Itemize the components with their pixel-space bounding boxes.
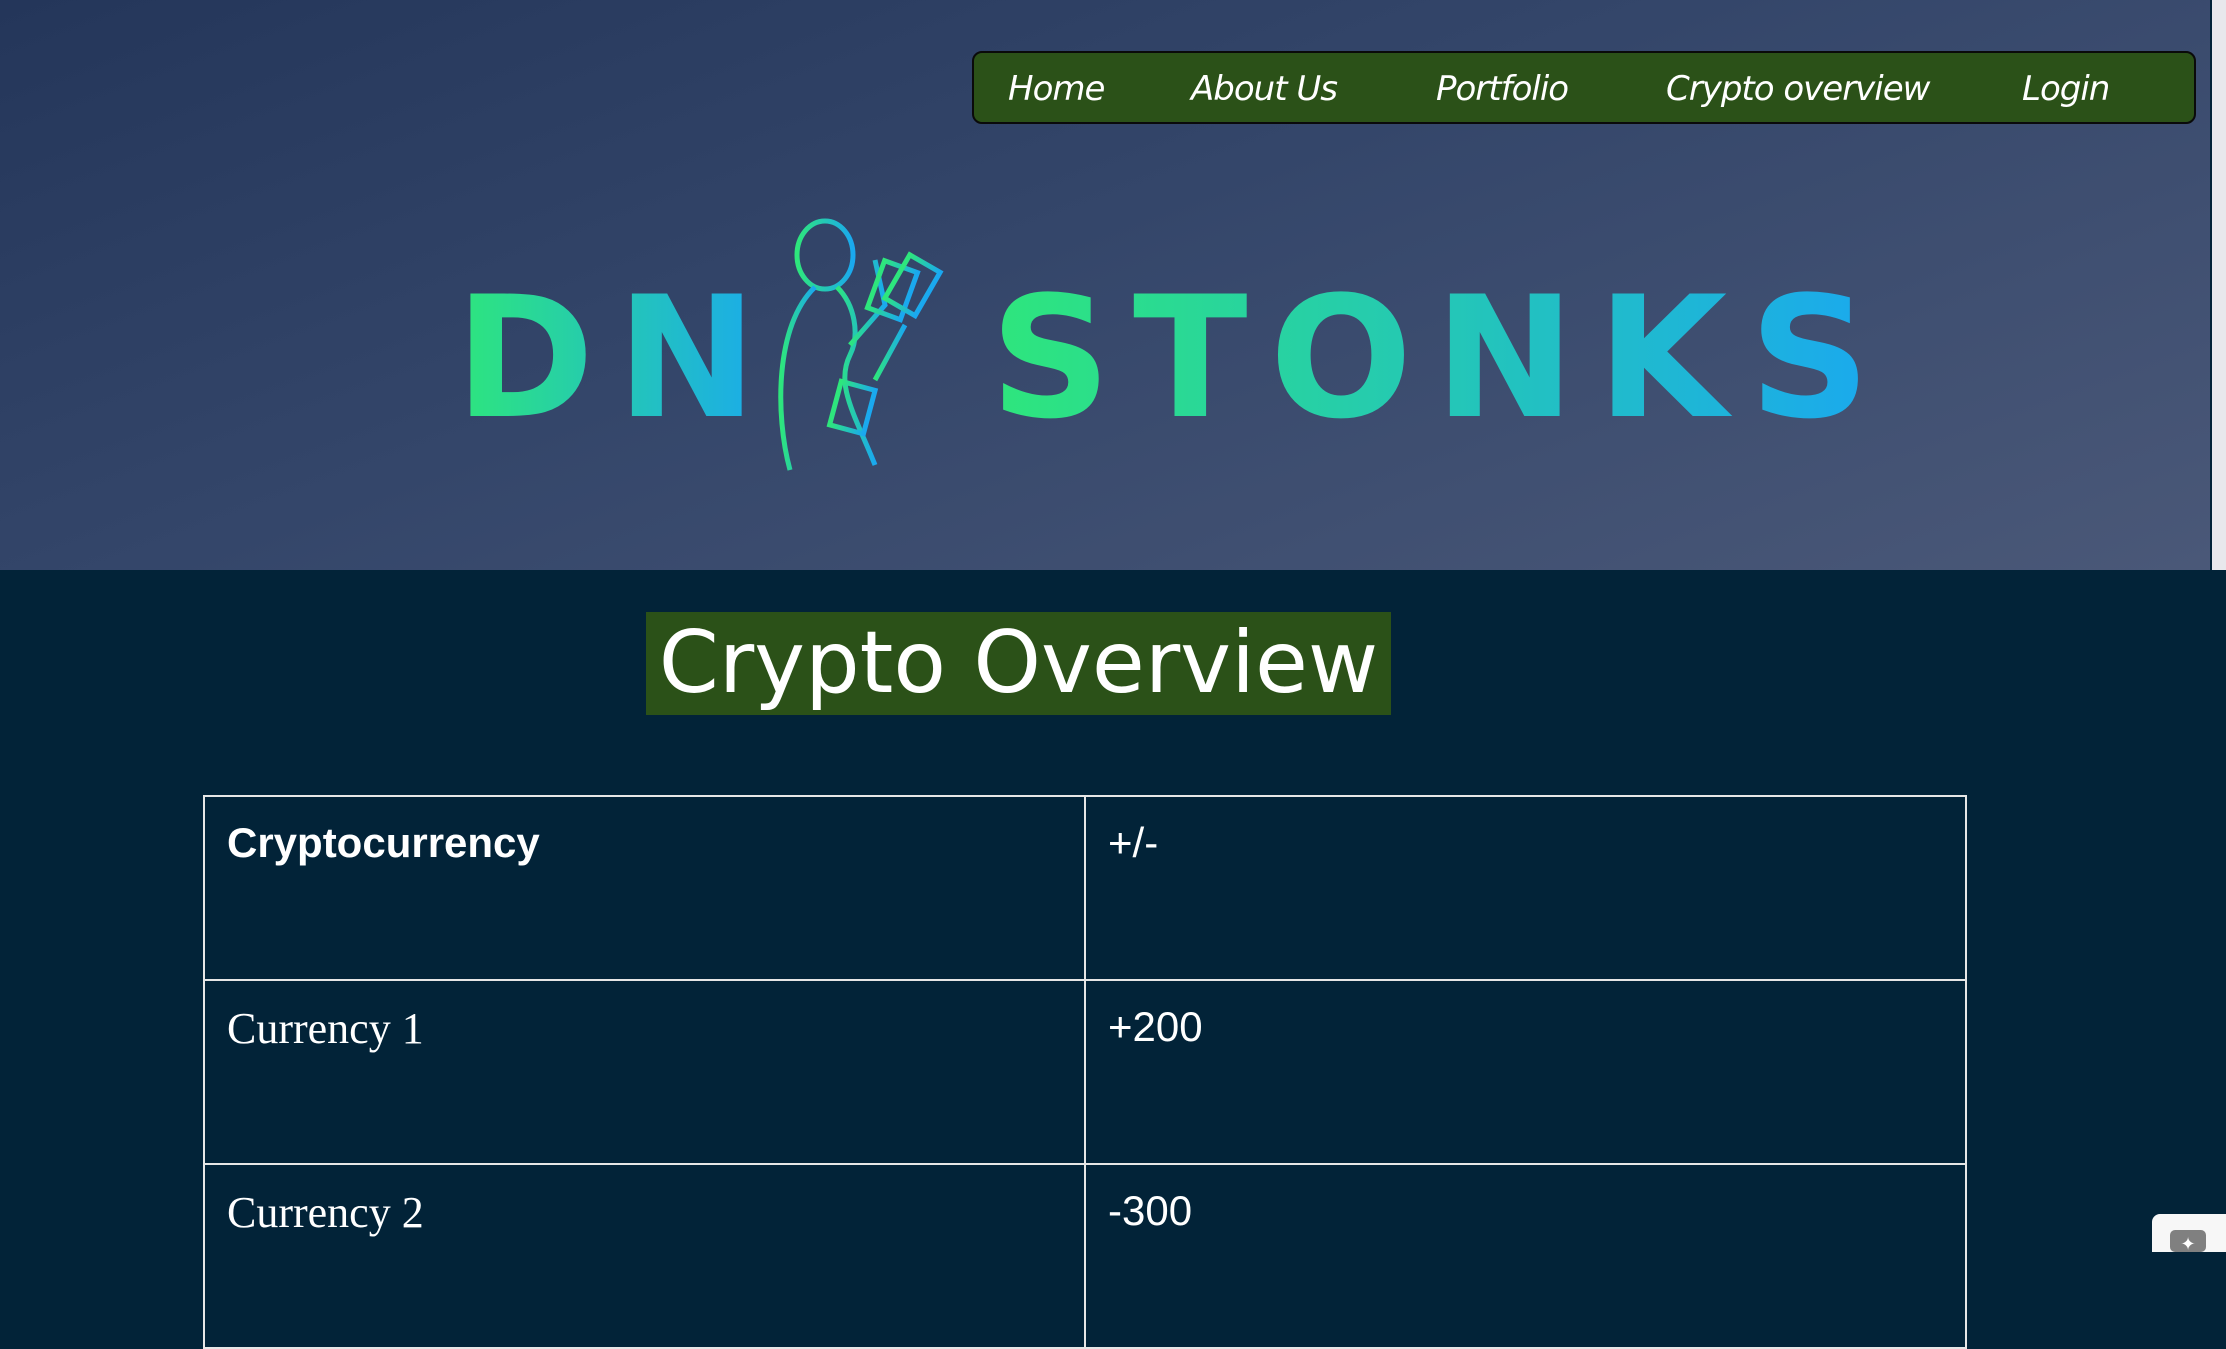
table-row: Currency 2 -300 bbox=[203, 1163, 1967, 1349]
table-header-row: Cryptocurrency +/- bbox=[203, 795, 1967, 981]
logo: DN STONKS bbox=[455, 215, 1870, 475]
header-change: +/- bbox=[1084, 795, 1967, 981]
nav-login[interactable]: Login bbox=[2022, 69, 2110, 109]
currency-change: -300 bbox=[1084, 1163, 1967, 1349]
scrollbar[interactable] bbox=[2212, 0, 2226, 570]
nav-crypto-overview[interactable]: Crypto overview bbox=[1666, 69, 1930, 109]
floating-widget-button[interactable]: ✦ bbox=[2152, 1214, 2226, 1254]
nav-home[interactable]: Home bbox=[1008, 69, 1105, 109]
crypto-table: Cryptocurrency +/- Currency 1 +200 Curre… bbox=[203, 795, 1967, 1349]
logo-figure-icon bbox=[778, 218, 944, 471]
nav-about-us[interactable]: About Us bbox=[1191, 69, 1338, 109]
currency-change: +200 bbox=[1084, 979, 1967, 1165]
currency-name: Currency 2 bbox=[203, 1163, 1086, 1349]
table-row: Currency 1 +200 bbox=[203, 979, 1967, 1165]
sparkle-icon: ✦ bbox=[2170, 1230, 2206, 1254]
nav-portfolio[interactable]: Portfolio bbox=[1436, 69, 1569, 109]
header-cryptocurrency: Cryptocurrency bbox=[203, 795, 1086, 981]
main-nav: Home About Us Portfolio Crypto overview … bbox=[972, 51, 2196, 124]
logo-text-right: STONKS bbox=[990, 260, 1893, 456]
currency-name: Currency 1 bbox=[203, 979, 1086, 1165]
page-title: Crypto Overview bbox=[646, 612, 1391, 715]
logo-text-left: DN bbox=[455, 260, 780, 456]
